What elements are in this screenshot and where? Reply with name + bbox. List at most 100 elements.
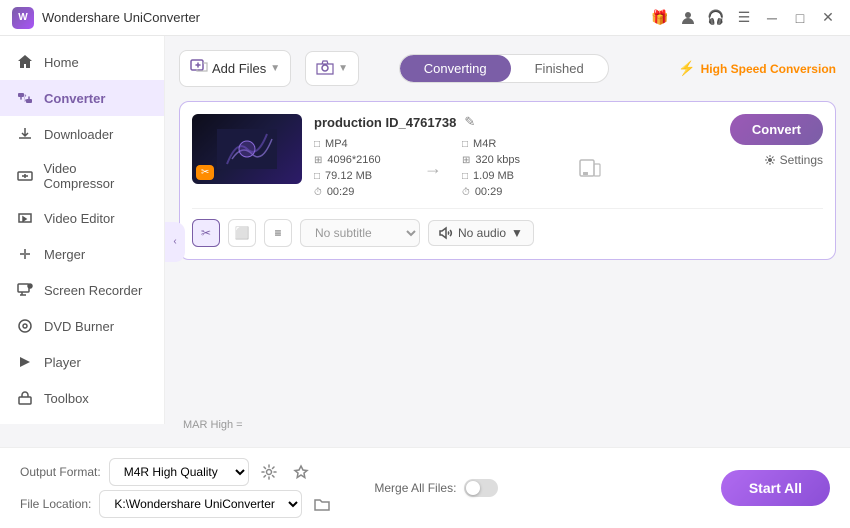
sidebar-label-screen-recorder: Screen Recorder [44, 283, 142, 298]
resolution-icon: ⊞ [314, 155, 322, 166]
file-edit-icon[interactable]: ✎ [464, 114, 475, 130]
output-bitrate: ⊞ 320 kbps [462, 154, 552, 166]
add-media-button[interactable]: ▼ [305, 51, 359, 86]
sidebar-label-video-compressor: Video Compressor [44, 161, 148, 191]
tab-finished[interactable]: Finished [511, 55, 608, 82]
file-card: ✂ production ID_4761738 ✎ □ MP4 [179, 101, 836, 260]
file-location-select[interactable]: K:\Wondershare UniConverter [99, 490, 302, 518]
sidebar-label-merger: Merger [44, 247, 85, 262]
high-speed-conversion[interactable]: ⚡ High Speed Conversion [678, 60, 836, 77]
subtitle-select[interactable]: No subtitle [300, 219, 420, 247]
output-meta: □ M4R ⊞ 320 kbps □ 1.09 MB [462, 138, 552, 198]
conversion-arrow: → [420, 138, 446, 198]
sidebar-item-player[interactable]: Player [0, 344, 164, 380]
minimize-button[interactable]: ─ [762, 8, 782, 28]
gift-icon[interactable]: 🎁 [650, 8, 670, 28]
out-size-icon: □ [462, 171, 468, 182]
sidebar-item-screen-recorder[interactable]: Screen Recorder [0, 272, 164, 308]
file-thumbnail: ✂ [192, 114, 302, 184]
format-icon: □ [314, 139, 320, 150]
camera-icon [316, 58, 334, 79]
out-format-icon: □ [462, 139, 468, 150]
source-size: □ 79.12 MB [314, 170, 404, 182]
output-format: □ M4R [462, 138, 552, 150]
merge-all-field: Merge All Files: [374, 479, 498, 497]
scissors-badge: ✂ [196, 165, 214, 180]
sidebar-item-home[interactable]: Home [0, 44, 164, 80]
headset-icon[interactable]: 🎧 [706, 8, 726, 28]
toolbox-icon [16, 389, 34, 407]
file-title-row: production ID_4761738 ✎ [314, 114, 718, 130]
converter-icon [16, 89, 34, 107]
status-text: MAR High = [179, 417, 836, 433]
sidebar-container: Home Converter Downloader Video Compress… [0, 36, 165, 447]
add-files-icon [190, 57, 208, 80]
duration-icon: ⏱ [314, 187, 322, 198]
device-icon-area [568, 138, 612, 198]
size-icon: □ [314, 171, 320, 182]
source-format: □ MP4 [314, 138, 404, 150]
topbar: Add Files ▼ ▼ Converting Finished ⚡ High… [179, 50, 836, 87]
output-format-settings-icon[interactable] [257, 460, 281, 484]
close-button[interactable]: ✕ [818, 8, 838, 28]
menu-icon[interactable]: ☰ [734, 8, 754, 28]
file-location-field: File Location: K:\Wondershare UniConvert… [20, 490, 334, 518]
sidebar-label-video-editor: Video Editor [44, 211, 115, 226]
bottom-bar: Output Format: M4R High Quality File Loc… [0, 447, 850, 528]
convert-button[interactable]: Convert [730, 114, 823, 145]
file-location-folder-icon[interactable] [310, 492, 334, 516]
main-layout: Home Converter Downloader Video Compress… [0, 36, 850, 447]
maximize-button[interactable]: □ [790, 8, 810, 28]
speed-label: High Speed Conversion [701, 62, 836, 76]
output-format-favorite-icon[interactable] [289, 460, 313, 484]
output-format-select[interactable]: M4R High Quality [109, 458, 249, 486]
sidebar-item-dvd-burner[interactable]: DVD Burner [0, 308, 164, 344]
sidebar-label-home: Home [44, 55, 79, 70]
effects-button[interactable]: ≡ [264, 219, 292, 247]
source-resolution: ⊞ 4096*2160 [314, 154, 404, 166]
titlebar: W Wondershare UniConverter 🎁 🎧 ☰ ─ □ ✕ [0, 0, 850, 36]
merge-label: Merge All Files: [374, 481, 456, 495]
file-card-inner: ✂ production ID_4761738 ✎ □ MP4 [192, 114, 823, 198]
file-controls: ✂ ⬜ ≡ No subtitle No audio ▼ [192, 208, 823, 247]
sidebar-label-toolbox: Toolbox [44, 391, 89, 406]
crop-button[interactable]: ⬜ [228, 219, 256, 247]
sidebar-collapse-button[interactable]: ‹ [165, 222, 185, 262]
camera-chevron: ▼ [338, 63, 348, 74]
screen-recorder-icon [16, 281, 34, 299]
add-files-label: Add Files [212, 61, 266, 76]
content-area: Add Files ▼ ▼ Converting Finished ⚡ High… [165, 36, 850, 447]
file-info: production ID_4761738 ✎ □ MP4 ⊞ [314, 114, 718, 198]
sidebar-item-merger[interactable]: Merger [0, 236, 164, 272]
sidebar-item-converter[interactable]: Converter [0, 80, 164, 116]
sidebar-item-downloader[interactable]: Downloader [0, 116, 164, 152]
tab-group: Converting Finished [399, 54, 609, 83]
out-duration-icon: ⏱ [462, 187, 470, 198]
tab-converting[interactable]: Converting [400, 55, 511, 82]
sidebar-item-video-compressor[interactable]: Video Compressor [0, 152, 164, 200]
file-name: production ID_4761738 [314, 115, 456, 130]
window-controls: 🎁 🎧 ☰ ─ □ ✕ [650, 8, 838, 28]
app-logo: W [12, 7, 34, 29]
user-icon[interactable] [678, 8, 698, 28]
sidebar-label-converter: Converter [44, 91, 105, 106]
scissors-button[interactable]: ✂ [192, 219, 220, 247]
sidebar-label-downloader: Downloader [44, 127, 113, 142]
merger-icon [16, 245, 34, 263]
settings-button[interactable]: Settings [764, 153, 823, 167]
start-all-button[interactable]: Start All [721, 470, 830, 506]
video-compressor-icon [16, 167, 34, 185]
audio-select[interactable]: No audio ▼ [428, 220, 534, 246]
sidebar-item-toolbox[interactable]: Toolbox [0, 380, 164, 416]
home-icon [16, 53, 34, 71]
toggle-knob [466, 481, 480, 495]
file-location-label: File Location: [20, 497, 91, 511]
add-files-button[interactable]: Add Files ▼ [179, 50, 291, 87]
out-bitrate-icon: ⊞ [462, 155, 470, 166]
sidebar-item-video-editor[interactable]: Video Editor [0, 200, 164, 236]
sidebar-label-dvd-burner: DVD Burner [44, 319, 114, 334]
dvd-burner-icon [16, 317, 34, 335]
output-format-label: Output Format: [20, 465, 101, 479]
merge-toggle[interactable] [464, 479, 498, 497]
sidebar-label-player: Player [44, 355, 81, 370]
